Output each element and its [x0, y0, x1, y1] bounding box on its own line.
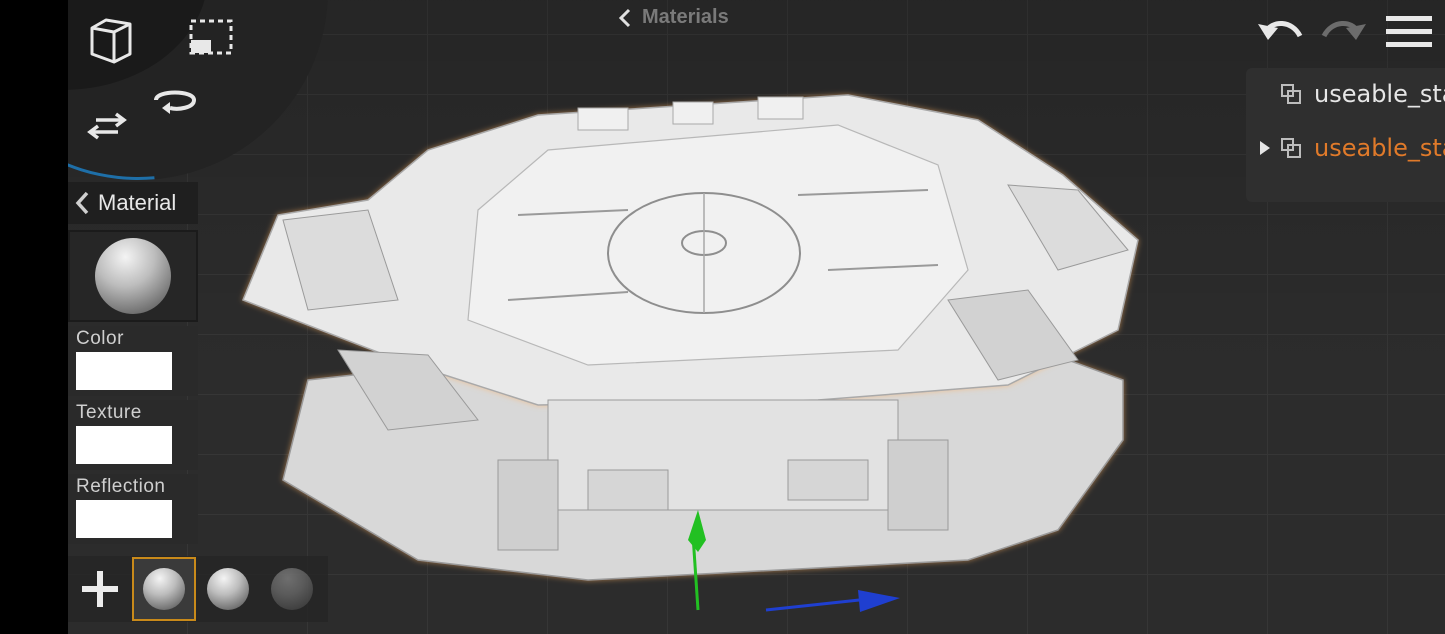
swap-icon[interactable] [86, 110, 128, 142]
texture-swatch[interactable] [76, 426, 172, 464]
orbit-icon[interactable] [148, 84, 202, 118]
chevron-left-icon[interactable] [74, 191, 90, 215]
left-black-bar [0, 0, 68, 634]
material-sphere [271, 568, 313, 610]
reflection-label: Reflection [76, 476, 166, 497]
add-material-button[interactable] [68, 557, 132, 621]
redo-icon[interactable] [1320, 14, 1368, 46]
object-group-icon [1281, 84, 1301, 104]
material-slot-selected[interactable] [132, 557, 196, 621]
material-panel: Material Color Texture Reflection [68, 182, 198, 544]
3d-viewport[interactable] [68, 0, 1445, 634]
material-preview [68, 230, 198, 322]
material-slot[interactable] [260, 557, 324, 621]
color-swatch[interactable] [76, 352, 172, 390]
selection-icon[interactable] [188, 18, 234, 56]
scene-tree-item-selected[interactable]: useable_sta [1246, 128, 1445, 168]
expand-arrow-icon[interactable] [1258, 139, 1272, 157]
material-sphere [143, 568, 185, 610]
menu-icon[interactable] [1386, 16, 1432, 48]
arena-floor [467, 124, 969, 366]
chevron-left-icon[interactable] [618, 8, 632, 28]
material-slot[interactable] [196, 557, 260, 621]
material-sphere [207, 568, 249, 610]
material-sphere [95, 238, 171, 314]
plus-icon [82, 571, 118, 607]
reflection-property[interactable]: Reflection [68, 474, 198, 544]
object-group-icon [1281, 138, 1301, 158]
color-property[interactable]: Color [68, 326, 198, 396]
cube-view-icon[interactable] [86, 14, 136, 64]
texture-property[interactable]: Texture [68, 400, 198, 470]
reflection-swatch[interactable] [76, 500, 172, 538]
scene-tree-item-label[interactable]: useable_sta [1314, 134, 1445, 162]
scene-tree-panel: useable_sta useable_sta [1246, 68, 1445, 202]
color-label: Color [76, 328, 124, 349]
breadcrumb-label[interactable]: Materials [642, 6, 729, 29]
scene-tree-item-label[interactable]: useable_sta [1314, 80, 1445, 108]
breadcrumb[interactable]: Materials [618, 6, 729, 29]
material-title: Material [98, 190, 177, 215]
texture-label: Texture [76, 402, 142, 423]
material-header[interactable]: Material [68, 182, 198, 224]
material-slots-bar [68, 556, 328, 622]
scene-tree-item[interactable]: useable_sta [1246, 74, 1445, 114]
undo-icon[interactable] [1256, 14, 1304, 46]
